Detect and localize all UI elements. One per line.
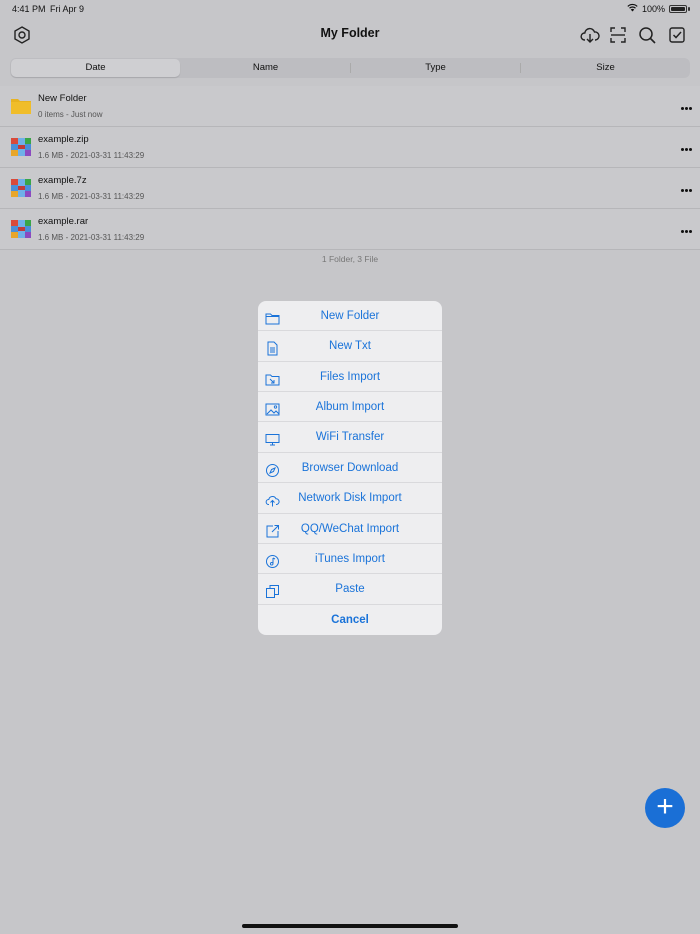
tab-name[interactable]: Name xyxy=(181,58,350,78)
tab-date[interactable]: Date xyxy=(11,59,180,77)
archive-icon xyxy=(10,137,32,157)
file-name: example.zip xyxy=(38,134,89,145)
status-bar: 4:41 PM Fri Apr 9 100% xyxy=(0,0,700,18)
share-external-icon xyxy=(265,521,280,538)
status-time: 4:41 PM xyxy=(12,4,46,14)
menu-item-itunes-import[interactable]: iTunes Import xyxy=(258,544,442,575)
wifi-icon xyxy=(627,3,638,14)
menu-item-files-import[interactable]: Files Import xyxy=(258,362,442,393)
home-indicator xyxy=(242,924,458,928)
menu-label: QQ/WeChat Import xyxy=(300,522,400,535)
file-count-summary: 1 Folder, 3 File xyxy=(321,254,379,264)
menu-item-album-import[interactable]: Album Import xyxy=(258,392,442,423)
search-icon[interactable] xyxy=(637,25,657,45)
menu-label: WiFi Transfer xyxy=(315,431,385,444)
more-options-icon[interactable] xyxy=(680,99,692,113)
menu-item-browser-download[interactable]: Browser Download xyxy=(258,453,442,484)
archive-icon xyxy=(10,178,32,198)
menu-label: New Txt xyxy=(329,340,371,353)
more-options-icon[interactable] xyxy=(680,222,692,236)
monitor-icon xyxy=(265,429,280,446)
menu-item-new-txt[interactable]: New Txt xyxy=(258,331,442,362)
select-checkbox-icon[interactable] xyxy=(667,25,687,45)
cloud-download-icon[interactable] xyxy=(580,25,600,45)
document-icon xyxy=(265,338,280,356)
list-item[interactable]: example.rar 1.6 MB - 2021-03-31 11:43:29 xyxy=(0,209,700,250)
battery-tip xyxy=(688,6,690,11)
more-options-icon[interactable] xyxy=(680,140,692,154)
folder-import-icon xyxy=(265,369,280,386)
tab-size[interactable]: Size xyxy=(521,58,690,78)
menu-label: Network Disk Import xyxy=(298,492,402,505)
battery-percent: 100% xyxy=(641,3,665,14)
menu-item-paste[interactable]: Paste xyxy=(258,574,442,605)
cancel-button[interactable]: Cancel xyxy=(258,605,442,635)
music-note-icon xyxy=(265,551,280,568)
tab-type[interactable]: Type xyxy=(351,58,520,78)
status-date: Fri Apr 9 xyxy=(50,4,85,14)
photo-icon xyxy=(265,399,280,416)
app-screen: 4:41 PM Fri Apr 9 100% My Folder Date Na… xyxy=(0,0,700,934)
add-button[interactable]: + xyxy=(645,788,685,828)
file-name: example.7z xyxy=(38,175,87,186)
menu-item-new-folder[interactable]: New Folder xyxy=(258,301,442,332)
folder-icon xyxy=(10,96,32,116)
scan-icon[interactable] xyxy=(608,25,628,45)
menu-label: Album Import xyxy=(315,401,385,414)
add-action-menu: New Folder New Txt Files Import Album Im… xyxy=(258,301,442,635)
more-options-icon[interactable] xyxy=(680,181,692,195)
file-meta: 0 items - Just now xyxy=(38,110,103,119)
file-meta: 1.6 MB - 2021-03-31 11:43:29 xyxy=(38,151,145,160)
cloud-upload-icon xyxy=(265,490,280,507)
file-meta: 1.6 MB - 2021-03-31 11:43:29 xyxy=(38,192,145,201)
menu-label: New Folder xyxy=(320,310,380,322)
battery-icon xyxy=(669,4,687,13)
menu-label: Browser Download xyxy=(301,461,399,474)
file-list: New Folder 0 items - Just now example.zi… xyxy=(0,86,700,250)
menu-item-network-disk-import[interactable]: Network Disk Import xyxy=(258,483,442,514)
archive-icon xyxy=(10,219,32,239)
list-item[interactable]: New Folder 0 items - Just now xyxy=(0,86,700,127)
file-name: example.rar xyxy=(38,216,89,227)
menu-item-qq-wechat-import[interactable]: QQ/WeChat Import xyxy=(258,514,442,544)
navigation-bar: My Folder xyxy=(0,18,700,52)
menu-label: Files Import xyxy=(319,370,381,383)
menu-label: iTunes Import xyxy=(315,552,385,565)
file-name: New Folder xyxy=(38,93,87,104)
sort-segmented-control: Date Name Type Size xyxy=(10,58,690,78)
list-item[interactable]: example.zip 1.6 MB - 2021-03-31 11:43:29 xyxy=(0,127,700,168)
list-item[interactable]: example.7z 1.6 MB - 2021-03-31 11:43:29 xyxy=(0,168,700,209)
menu-label: Paste xyxy=(335,583,365,596)
copy-icon xyxy=(265,581,280,599)
status-right: 100% xyxy=(627,3,690,14)
folder-outline-icon xyxy=(265,308,280,325)
file-meta: 1.6 MB - 2021-03-31 11:43:29 xyxy=(38,233,145,242)
compass-icon xyxy=(265,460,280,477)
menu-item-wifi-transfer[interactable]: WiFi Transfer xyxy=(258,422,442,453)
